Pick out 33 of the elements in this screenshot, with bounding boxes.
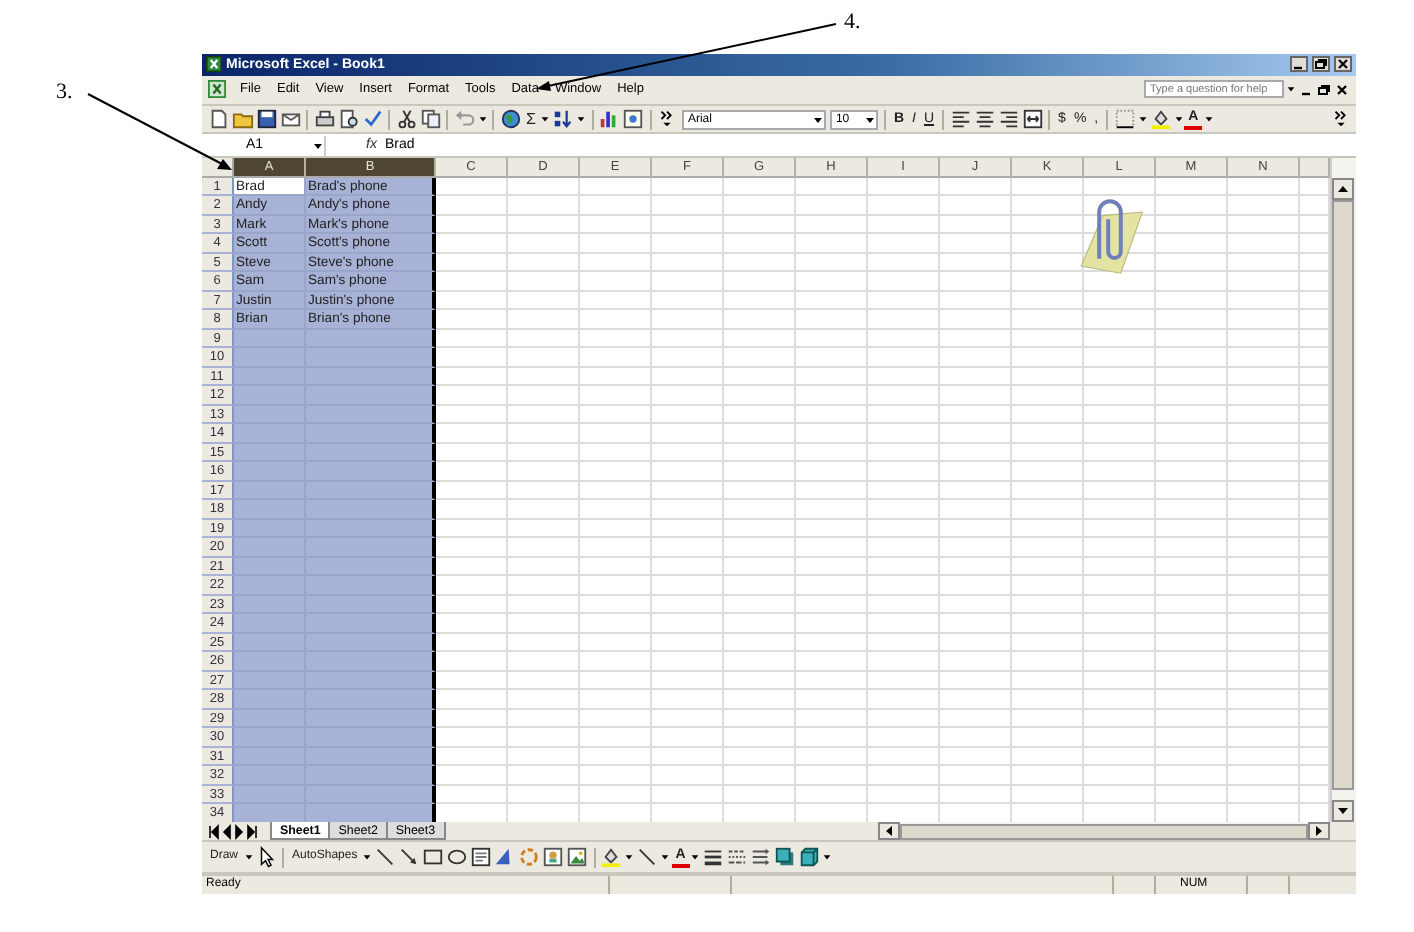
close-icon[interactable] [1334,56,1352,73]
fill-color-icon[interactable] [600,846,623,869]
close-icon[interactable] [1333,81,1349,98]
shadow-icon[interactable] [774,846,797,869]
vertical-scrollbar[interactable] [1330,158,1356,823]
printer-icon[interactable] [313,108,335,130]
scroll-up-icon[interactable] [1332,178,1354,201]
scroll-down-icon[interactable] [1332,800,1354,823]
merge-icon[interactable] [1021,108,1044,130]
print-preview-icon[interactable] [337,108,359,130]
restore-icon[interactable] [1315,81,1331,98]
minimize-icon[interactable] [1290,56,1308,73]
new-document-icon[interactable] [207,108,229,130]
folder-icon[interactable] [231,108,253,130]
autosum-button[interactable]: Σ [522,108,540,130]
chart-icon[interactable] [598,108,621,130]
annotation-label: 4. [844,10,861,34]
excel-icon [206,56,222,73]
envelope-icon[interactable] [279,108,301,130]
horizontal-scrollbar[interactable] [878,822,1330,841]
3d-icon[interactable] [798,846,821,869]
excel-icon[interactable] [208,80,226,99]
copy-icon[interactable] [419,108,441,130]
save-icon[interactable] [255,108,277,130]
fill-color-icon[interactable] [1149,108,1172,130]
text-box-icon[interactable] [470,846,493,869]
globe-icon[interactable] [499,108,521,130]
restore-icon[interactable] [1312,56,1330,73]
picture-icon[interactable] [566,846,589,869]
scroll-left-icon[interactable] [878,822,900,841]
annotation-label: 3. [56,80,73,104]
clip-art-icon[interactable] [542,846,565,869]
scroll-right-icon[interactable] [1308,822,1330,841]
